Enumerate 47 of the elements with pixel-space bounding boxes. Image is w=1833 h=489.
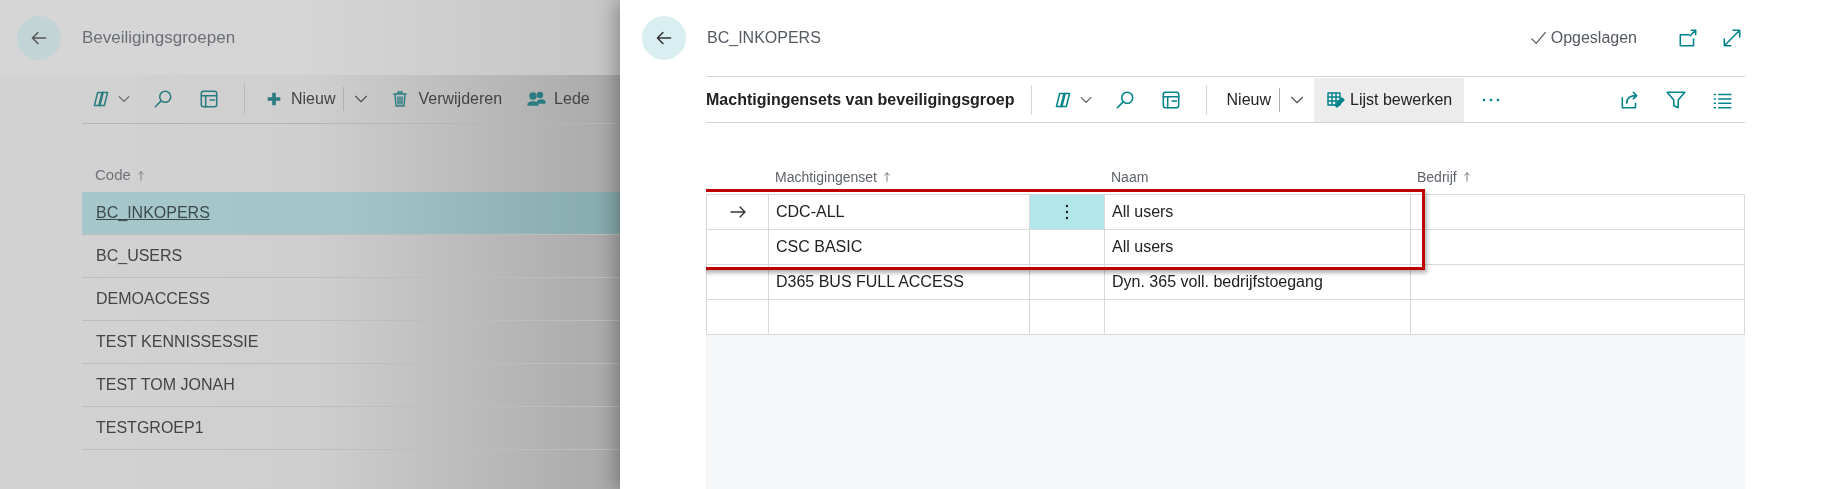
code-cell-text: TEST KENNISSESSIE [96,332,259,352]
layout-icon [198,88,220,110]
card-title: BC_INKOPERS [707,28,821,48]
new-button[interactable]: Nieuw [1218,81,1279,118]
list-row[interactable]: TEST KENNISSESSIE [82,321,620,364]
column-header[interactable]: Code [82,164,147,187]
checkmark-icon [1528,29,1547,47]
back-button[interactable] [642,16,686,60]
table-cell-text: All users [1112,237,1174,257]
plus-icon [265,90,283,108]
table-row[interactable]: CDC-ALL All users [707,195,1745,230]
list-row[interactable]: DEMOACCESS [82,278,620,321]
column-header[interactable]: Bedrijf [1417,166,1473,188]
pop-out-button[interactable] [1677,27,1699,49]
delete-button[interactable]: Verwijderen [378,81,515,117]
code-cell-text: TESTGROEP1 [96,418,204,438]
column-header[interactable]: Machtigingenset [775,166,893,188]
save-status: Opgeslagen [1528,26,1637,50]
code-cell-text: DEMOACCESS [96,289,210,309]
new-button[interactable]: Nieuw [257,81,344,117]
table-row[interactable]: D365 BUS FULL ACCESS Dyn. 365 voll. bedrijfstoegang [707,265,1745,300]
column-header[interactable]: Naam [1111,166,1149,188]
expand-icon [1721,27,1743,49]
table-cell-text: CDC-ALL [776,202,845,222]
code-cell-text: TEST TOM JONAH [96,375,235,395]
pop-out-icon [1677,27,1699,49]
expand-button[interactable] [1721,27,1743,49]
table-cell-text: D365 BUS FULL ACCESS [776,272,964,292]
list-row[interactable]: BC_INKOPERS [82,192,620,235]
table-cell-text: All users [1112,202,1174,222]
table-cell-text: Dyn. 365 voll. bedrijfstoegang [1112,272,1323,292]
code-link[interactable]: BC_INKOPERS [96,201,210,225]
back-button[interactable] [17,15,61,60]
table-edit-icon [1326,89,1346,110]
members-button[interactable]: Lede [514,81,602,117]
code-cell-text: BC_USERS [96,246,183,266]
part-title: Machtigingensets van beveiligingsgroep [706,89,1016,110]
list-row[interactable]: BC_USERS [82,235,620,278]
list-row[interactable]: TESTGROEP1 [82,407,620,450]
search-icon [152,88,174,110]
people-icon [526,89,547,109]
table-row[interactable]: CSC BASIC All users [707,230,1745,265]
edit-list-button[interactable]: Lijst bewerken [1314,77,1465,122]
table-cell-text: CSC BASIC [776,237,863,257]
list-row[interactable]: TEST TOM JONAH [82,364,620,407]
page-title: Beveiligingsgroepen [82,26,236,49]
vertical-dots-icon [1065,204,1069,220]
